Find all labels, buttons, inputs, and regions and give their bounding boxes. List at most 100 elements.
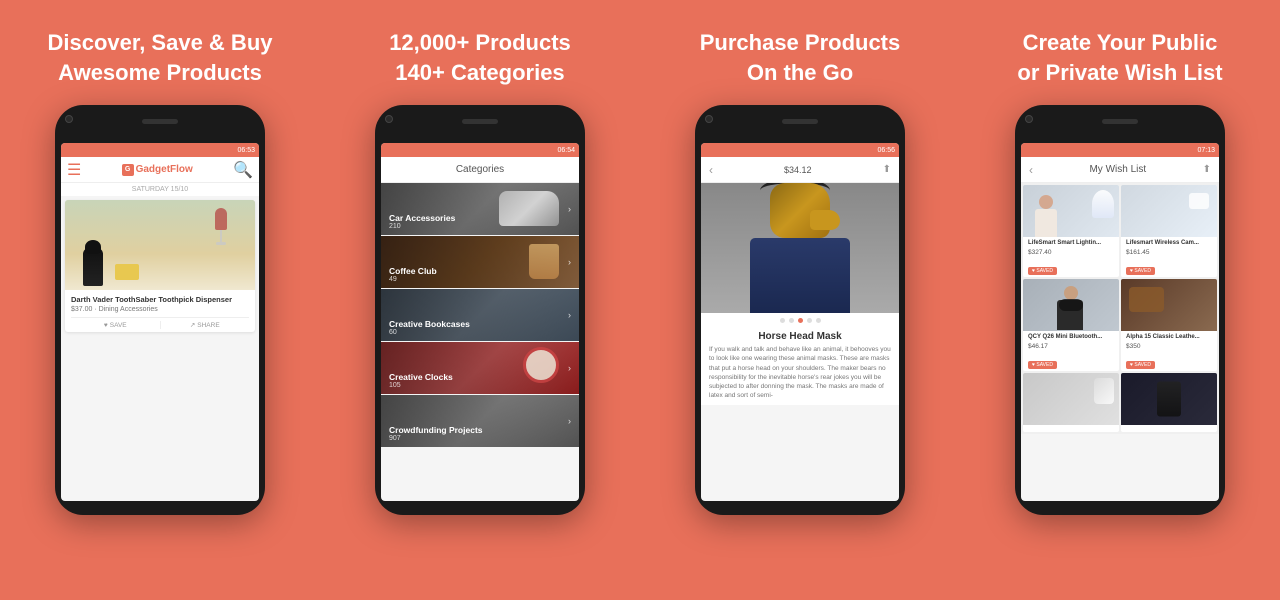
- wish-img-6: [1121, 373, 1217, 425]
- col1-heading-line2: Awesome Products: [47, 58, 272, 88]
- phone1-card-title: Darth Vader ToothSaber Toothpick Dispens…: [71, 295, 249, 304]
- share-icon-4[interactable]: ⬆: [1203, 164, 1211, 175]
- wish-info-4: Alpha 15 Classic Leathe... $350: [1121, 331, 1217, 353]
- save-button[interactable]: ♥ SAVE: [71, 321, 161, 329]
- back-icon-4[interactable]: ‹: [1029, 163, 1033, 177]
- phone4-screen: 07:13 ‹ My Wish List ⬆: [1021, 143, 1219, 501]
- camera-icon-decoration: [1189, 193, 1209, 209]
- phone2-speaker: [462, 119, 498, 124]
- product-name: Horse Head Mask: [701, 326, 899, 345]
- category-crowdfunding[interactable]: Crowdfunding Projects 907 ›: [381, 395, 579, 447]
- wish-item-5[interactable]: [1023, 373, 1119, 432]
- product-price: $34.12: [784, 165, 812, 175]
- wish-img-5: [1023, 373, 1119, 425]
- phone1-camera: [65, 115, 73, 123]
- wish-info-1: LifeSmart Smart Lightin... $327.40: [1023, 237, 1119, 259]
- phone-4: 07:13 ‹ My Wish List ⬆: [1015, 105, 1225, 515]
- wine-glass-base: [216, 242, 226, 245]
- cat-crowd-count: 907: [389, 435, 483, 442]
- earphone-decoration: [1059, 299, 1083, 311]
- col4-heading: Create Your Public or Private Wish List: [1007, 28, 1232, 87]
- phone1-card-price: $37.00 · Dining Accessories: [71, 306, 249, 313]
- phone2-camera: [385, 115, 393, 123]
- wish-img-2: [1121, 185, 1217, 237]
- lighting-decoration: [1092, 190, 1114, 218]
- phone4-time: 07:13: [1197, 147, 1215, 154]
- dot-2: [789, 318, 794, 323]
- dot-5: [816, 318, 821, 323]
- col2-heading-line2: 140+ Categories: [389, 58, 571, 88]
- wish-item-2[interactable]: Lifesmart Wireless Cam... $161.45 ♥ SAVE…: [1121, 185, 1217, 277]
- wish-name-1: LifeSmart Smart Lightin...: [1028, 240, 1114, 248]
- image-dots: [701, 313, 899, 326]
- wish-item-1[interactable]: LifeSmart Smart Lightin... $327.40 ♥ SAV…: [1023, 185, 1119, 277]
- phone-3: 06:56 ‹ $34.12 ⬆: [695, 105, 905, 515]
- horse-mask-figure: [750, 183, 850, 313]
- wishlist-title: My Wish List: [1089, 164, 1146, 175]
- cat-car-count: 210: [389, 223, 455, 230]
- share-label: SHARE: [197, 322, 219, 329]
- saved-badge-2: ♥ SAVED: [1126, 267, 1155, 275]
- cat-clocks-count: 105: [389, 382, 453, 389]
- car-decoration: [499, 191, 559, 226]
- col1-heading: Discover, Save & Buy Awesome Products: [37, 28, 282, 87]
- phone4-camera: [1025, 115, 1033, 123]
- category-coffee-club[interactable]: Coffee Club 49 ›: [381, 236, 579, 288]
- phone3-time: 06:56: [877, 147, 895, 154]
- share-icon[interactable]: ⬆: [883, 164, 891, 175]
- col4-heading-line2: or Private Wish List: [1017, 58, 1222, 88]
- col2-heading: 12,000+ Products 140+ Categories: [379, 28, 581, 87]
- phone1-speaker: [142, 119, 178, 124]
- col1-heading-line1: Discover, Save & Buy: [47, 28, 272, 58]
- person-body: [1035, 209, 1057, 237]
- phone1-product-card[interactable]: Darth Vader ToothSaber Toothpick Dispens…: [65, 200, 255, 332]
- phone3-camera: [705, 115, 713, 123]
- cat-crowd-name: Crowdfunding Projects: [389, 425, 483, 435]
- cat-clocks-text: Creative Clocks 105: [389, 372, 453, 389]
- leather-decoration: [1129, 287, 1164, 312]
- saved-badge-4: ♥ SAVED: [1126, 361, 1155, 369]
- col3-heading-line1: Purchase Products: [700, 28, 901, 58]
- wish-item-4[interactable]: Alpha 15 Classic Leathe... $350 ♥ SAVED: [1121, 279, 1217, 371]
- dark-object-decoration: [1157, 381, 1181, 416]
- wish-item-3[interactable]: QCY Q26 Mini Bluetooth... $46.17 ♥ SAVED: [1023, 279, 1119, 371]
- phone2-screen: 06:54 Categories Car Accessories 210 › C…: [381, 143, 579, 501]
- phone3-status-bar: 06:56: [701, 143, 899, 157]
- gadgetflow-logo-text: GadgetFlow: [136, 164, 193, 175]
- search-icon[interactable]: 🔍: [233, 160, 253, 180]
- horse-head: [770, 183, 830, 238]
- wish-price-2: $161.45: [1126, 249, 1212, 256]
- category-creative-clocks[interactable]: Creative Clocks 105 ›: [381, 342, 579, 394]
- wish-name-2: Lifesmart Wireless Cam...: [1126, 240, 1212, 248]
- category-car-accessories[interactable]: Car Accessories 210 ›: [381, 183, 579, 235]
- cat-clocks-arrow: ›: [568, 363, 571, 373]
- share-button[interactable]: ↗ SHARE: [161, 321, 250, 329]
- phone2-status-bar: 06:54: [381, 143, 579, 157]
- phone1-header: ☰ G GadgetFlow 🔍: [61, 157, 259, 183]
- person-head: [1039, 195, 1053, 209]
- category-creative-bookcases[interactable]: Creative Bookcases 60 ›: [381, 289, 579, 341]
- cat-bookcases-arrow: ›: [568, 310, 571, 320]
- cat-car-arrow: ›: [568, 204, 571, 214]
- phone1-logo: G GadgetFlow: [122, 164, 193, 176]
- filter-icon[interactable]: ☰: [67, 160, 81, 180]
- column-purchase: Purchase Products On the Go 06:56 ‹ $34.…: [640, 0, 960, 600]
- col3-heading: Purchase Products On the Go: [690, 28, 911, 87]
- product-description: If you walk and talk and behave like an …: [701, 345, 899, 405]
- cat-bookcases-name: Creative Bookcases: [389, 319, 470, 329]
- wish-info-5: [1023, 425, 1119, 432]
- wine-glass-top: [215, 208, 227, 230]
- person-silhouette-1: [1033, 195, 1058, 237]
- gadgetflow-logo-icon: G: [122, 164, 134, 176]
- wish-img-3: [1023, 279, 1119, 331]
- cat-bookcases-text: Creative Bookcases 60: [389, 319, 470, 336]
- wish-item-6[interactable]: [1121, 373, 1217, 432]
- back-icon[interactable]: ‹: [709, 163, 713, 177]
- heart-icon: ♥: [104, 322, 108, 329]
- column-wishlist: Create Your Public or Private Wish List …: [960, 0, 1280, 600]
- wish-info-2: Lifesmart Wireless Cam... $161.45: [1121, 237, 1217, 259]
- gadget-decoration: [1094, 378, 1114, 404]
- phone4-speaker: [1102, 119, 1138, 124]
- phone3-speaker: [782, 119, 818, 124]
- wish-name-4: Alpha 15 Classic Leathe...: [1126, 334, 1212, 342]
